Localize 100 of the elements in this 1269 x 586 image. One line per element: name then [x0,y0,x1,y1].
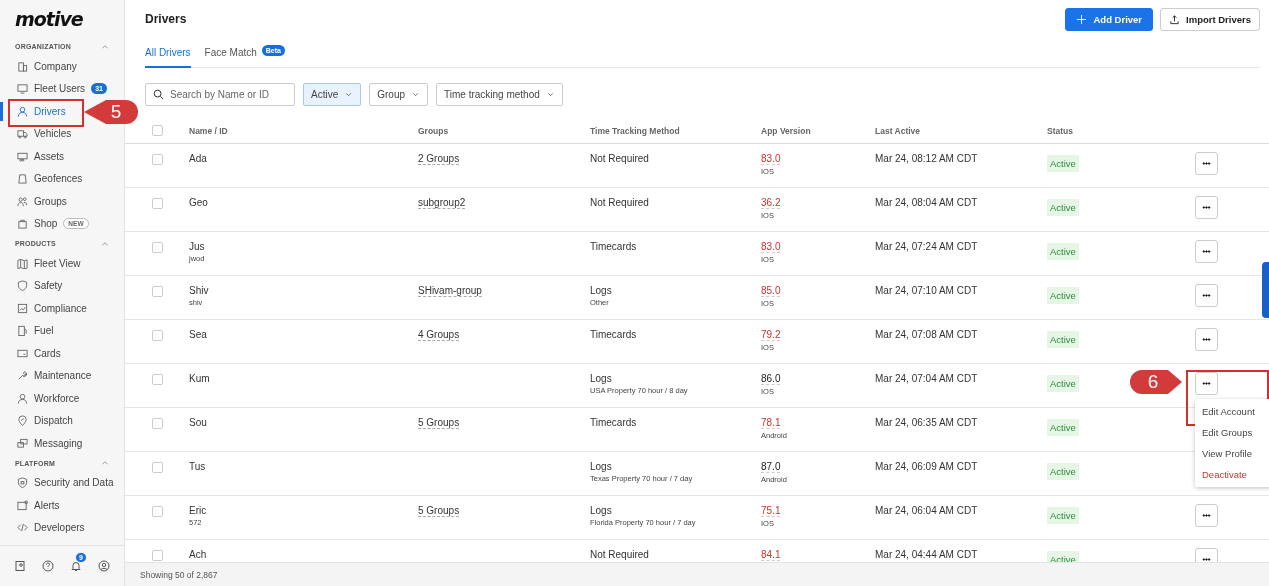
driver-name[interactable]: Geo [189,197,208,208]
nav-item[interactable]: Compliance [14,297,90,320]
last-active: Mar 24, 07:08 AM CDT [875,329,978,340]
app-version: 87.0 [761,461,781,473]
nav-item[interactable]: Security and Data [14,471,117,494]
column-header: Groups [418,125,450,136]
tab[interactable]: All Drivers [145,43,191,68]
last-active: Mar 24, 08:04 AM CDT [875,197,978,208]
last-active: Mar 24, 06:09 AM CDT [875,461,978,472]
column-header: App Version [761,125,812,136]
tracking-method: Timecards [590,241,637,252]
nav-item[interactable]: Vehicles [14,122,75,145]
driver-name[interactable]: Sou [189,417,207,428]
filter-dropdown[interactable]: Active [303,83,362,106]
app-version: 36.2 [761,197,781,209]
column-header: Time Tracking Method [590,125,681,136]
nav-item[interactable]: Assets [14,145,67,168]
app-version: 83.0 [761,241,781,253]
status-tag: Active [1047,199,1079,216]
import-button[interactable]: Import Drivers [1160,7,1260,31]
app-version: 85.0 [761,285,781,297]
driver-name[interactable]: Sea [189,329,207,340]
group-link[interactable]: SHivam-group [418,285,482,297]
column-header: Name / ID [189,125,229,136]
driver-name[interactable]: Kum [189,373,210,384]
driver-name[interactable]: Shiv [189,285,209,296]
nav-item[interactable]: Groups [14,190,70,213]
nav-label: Groups [34,195,67,207]
nav-label: Fleet View [34,257,81,269]
status-tag: Active [1047,331,1079,348]
nav-item[interactable]: Workforce [14,387,83,410]
nav-item[interactable]: Geofences [14,167,86,190]
menu-item[interactable]: Edit Account [1195,401,1269,422]
nav-item[interactable]: Developers [14,516,88,539]
app-version: 86.0 [761,373,781,385]
tracking-method: Not Required [590,549,649,560]
nav-item[interactable]: Messaging [14,432,86,455]
nav-item[interactable]: Dispatch [14,409,76,432]
filter-dropdown[interactable]: Group [369,83,429,106]
status-tag: Active [1047,155,1079,172]
nav-item[interactable]: Cards [14,342,64,365]
app-version: 75.1 [761,505,781,517]
status-tag: Active [1047,287,1079,304]
last-active: Mar 24, 07:10 AM CDT [875,285,978,296]
tracking-method: Logs [590,461,612,472]
menu-item[interactable]: View Profile [1195,443,1269,464]
logo[interactable]: motive [0,4,83,30]
tracking-method: Not Required [590,197,649,208]
tracking-method: Logs [590,373,612,384]
tab-label: All Drivers [145,47,191,58]
driver-name[interactable]: Ada [189,153,207,164]
last-active: Mar 24, 08:12 AM CDT [875,153,978,164]
tracking-method: Logs [590,285,612,296]
nav-item[interactable]: Maintenance [14,364,95,387]
last-active: Mar 24, 07:04 AM CDT [875,373,978,384]
nav-label: Shop [34,218,58,230]
tracking-method: Timecards [590,417,637,428]
nav-item[interactable]: Fleet View [14,252,84,275]
tracking-method: Logs [590,505,612,516]
status-tag: Active [1047,375,1079,392]
nav-label: Messaging [34,437,83,449]
step-marker: 6 [1130,368,1184,396]
add-button[interactable]: Add Driver [1065,7,1154,31]
column-header: Last Active [875,125,922,136]
group-link[interactable]: 2 Groups [418,153,460,165]
nav-label: Drivers [34,105,66,117]
group-link[interactable]: 5 Groups [418,505,460,517]
app-version: 79.2 [761,329,781,341]
search-field[interactable]: Search by Name or ID [145,83,295,106]
nav-label: Cards [34,347,61,359]
app-version: 84.1 [761,549,781,561]
last-active: Mar 24, 07:24 AM CDT [875,241,978,252]
page-title: Drivers [145,12,187,26]
driver-name[interactable]: Jus [189,241,205,252]
driver-name[interactable]: Tus [189,461,206,472]
nav-item[interactable]: Company [14,55,80,78]
driver-name[interactable]: Ach [189,549,207,560]
column-header: Status [1047,125,1074,136]
status-tag: Active [1047,463,1079,480]
nav-label: Safety [34,280,63,292]
driver-name[interactable]: Eric [189,505,207,516]
nav-item[interactable]: Drivers [14,100,69,123]
group-link[interactable]: subgroup2 [418,197,466,209]
last-active: Mar 24, 06:04 AM CDT [875,505,978,516]
last-active: Mar 24, 04:44 AM CDT [875,549,978,560]
nav-item[interactable]: Alerts [14,494,63,517]
nav-label: Company [34,60,77,72]
menu-item[interactable]: Deactivate [1195,464,1269,485]
menu-item[interactable]: Edit Groups [1195,422,1269,443]
nav-label: Vehicles [34,128,72,140]
nav-item[interactable]: Safety [14,274,66,297]
nav-item[interactable]: Fuel [14,319,57,342]
group-link[interactable]: 4 Groups [418,329,460,341]
group-link[interactable]: 5 Groups [418,417,460,429]
tab-label: Face Match [204,47,257,58]
app-version: 83.0 [761,153,781,165]
nav-label: Compliance [34,302,87,314]
filter-dropdown[interactable]: Time tracking method [436,83,563,106]
tracking-method: Timecards [590,329,637,340]
status-tag: Active [1047,507,1079,524]
